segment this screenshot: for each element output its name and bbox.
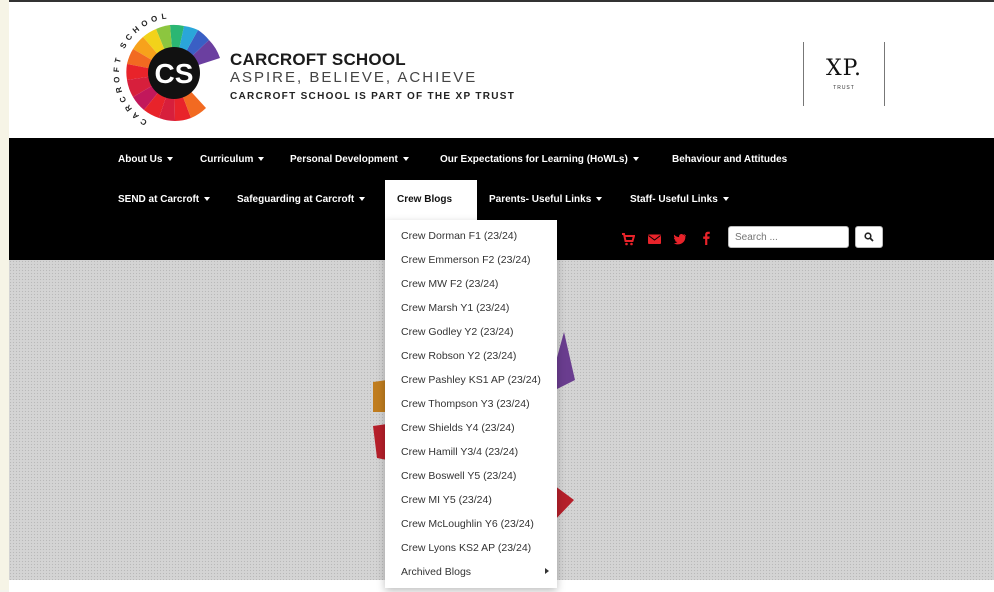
xp-logo-subtext: TRUST: [833, 85, 855, 91]
xp-trust-logo[interactable]: XP. TRUST: [803, 42, 885, 106]
chevron-down-icon: [722, 197, 729, 202]
trust-statement: CARCROFT SCHOOL IS PART OF THE XP TRUST: [230, 91, 516, 102]
site-header: CS CARCROFT SCHOOL CARCROFT SCHOOL ASPIR…: [9, 2, 994, 138]
nav-staff-useful-links[interactable]: Staff- Useful Links: [630, 194, 729, 205]
nav-expectations-for-learning[interactable]: Our Expectations for Learning (HoWLs): [440, 154, 639, 165]
dropdown-item[interactable]: Crew McLoughlin Y6 (23/24): [401, 518, 534, 530]
dropdown-item[interactable]: Crew Dorman F1 (23/24): [401, 230, 517, 242]
dropdown-item[interactable]: Crew Shields Y4 (23/24): [401, 422, 515, 434]
xp-logo-text: XP.: [826, 56, 862, 81]
school-logo[interactable]: CS CARCROFT SCHOOL: [113, 12, 235, 134]
chevron-down-icon: [204, 197, 211, 202]
search-input[interactable]: [728, 226, 849, 248]
chevron-down-icon: [632, 157, 639, 162]
chevron-right-icon: [545, 568, 549, 574]
site-frame: CS CARCROFT SCHOOL CARCROFT SCHOOL ASPIR…: [9, 0, 994, 592]
nav-parents-useful-links[interactable]: Parents- Useful Links: [489, 194, 603, 205]
chevron-down-icon: [167, 157, 174, 162]
dropdown-item[interactable]: Crew Boswell Y5 (23/24): [401, 470, 516, 482]
school-name: CARCROFT SCHOOL: [230, 50, 406, 69]
envelope-icon[interactable]: [647, 232, 662, 246]
search-icon: [864, 232, 874, 242]
nav-safeguarding[interactable]: Safeguarding at Carcroft: [237, 194, 366, 205]
nav-about-us[interactable]: About Us: [118, 154, 174, 165]
dropdown-item[interactable]: Crew Lyons KS2 AP (23/24): [401, 542, 531, 554]
dropdown-item[interactable]: Crew Robson Y2 (23/24): [401, 350, 516, 362]
dropdown-item[interactable]: Crew Hamill Y3/4 (23/24): [401, 446, 518, 458]
search-button[interactable]: [855, 226, 883, 248]
nav-crew-blogs[interactable]: Crew Blogs: [385, 180, 477, 220]
chevron-down-icon: [258, 157, 265, 162]
nav-behaviour-and-attitudes[interactable]: Behaviour and Attitudes: [672, 154, 787, 165]
nav-send-at-carcroft[interactable]: SEND at Carcroft: [118, 194, 211, 205]
dropdown-item[interactable]: Crew Thompson Y3 (23/24): [401, 398, 530, 410]
dropdown-item[interactable]: Crew Emmerson F2 (23/24): [401, 254, 531, 266]
logo-initials: CS: [155, 58, 194, 89]
nav-curriculum[interactable]: Curriculum: [200, 154, 265, 165]
school-tagline: ASPIRE, BELIEVE, ACHIEVE: [230, 69, 478, 86]
crew-blogs-dropdown-menu: Crew Dorman F1 (23/24) Crew Emmerson F2 …: [385, 220, 557, 588]
dropdown-item[interactable]: Crew Pashley KS1 AP (23/24): [401, 374, 541, 386]
dropdown-item[interactable]: Crew Godley Y2 (23/24): [401, 326, 513, 338]
dropdown-item[interactable]: Crew Marsh Y1 (23/24): [401, 302, 509, 314]
page-background-left: [0, 0, 9, 590]
nav-personal-development[interactable]: Personal Development: [290, 154, 409, 165]
dropdown-item[interactable]: Crew MW F2 (23/24): [401, 278, 498, 290]
chevron-down-icon: [596, 197, 603, 202]
facebook-icon[interactable]: [701, 231, 711, 245]
dropdown-item[interactable]: Crew MI Y5 (23/24): [401, 494, 492, 506]
twitter-icon[interactable]: [673, 232, 687, 246]
chevron-down-icon: [359, 197, 366, 202]
cart-icon[interactable]: [621, 232, 635, 246]
dropdown-item-archived-blogs[interactable]: Archived Blogs: [401, 566, 471, 578]
chevron-down-icon: [402, 157, 409, 162]
